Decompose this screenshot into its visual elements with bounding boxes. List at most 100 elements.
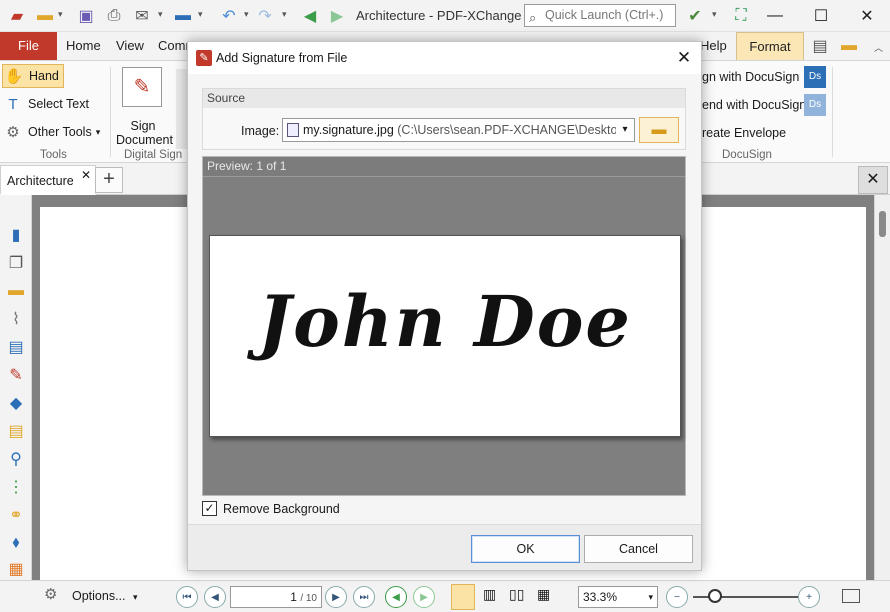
- facing-view-button[interactable]: ▯▯: [509, 586, 524, 603]
- add-signature-dialog: ✎ Add Signature from File ✕ Source Image…: [187, 41, 702, 571]
- digital-sign-group-label: Digital Sign: [124, 149, 183, 161]
- tools-group-label: Tools: [40, 149, 67, 161]
- zoom-select[interactable]: 33.3% ▾: [578, 586, 658, 608]
- chevron-down-icon[interactable]: ▾: [158, 9, 163, 20]
- left-panel-toolbar: ▮ ❐ ▬ ⌇ ▤ ✎ ◆ ▤ ⚲ ⋮ ⚭ ⬧ ▦: [0, 195, 32, 580]
- separator: [832, 67, 833, 157]
- continuous-facing-button[interactable]: ▦: [537, 586, 550, 603]
- organizer-icon[interactable]: ▦: [4, 557, 28, 581]
- comment-icon[interactable]: ▬: [4, 279, 28, 303]
- image-label: Image:: [241, 124, 280, 138]
- structure-icon[interactable]: ⋮: [4, 475, 28, 499]
- scrollbar-thumb[interactable]: [879, 211, 886, 237]
- content-icon[interactable]: ▤: [4, 335, 28, 359]
- back-icon[interactable]: ◀: [385, 586, 407, 608]
- send-with-docusign-label: end with DocuSign: [702, 98, 807, 112]
- send-with-docusign-button[interactable]: end with DocuSign: [702, 93, 806, 117]
- chevron-down-icon[interactable]: ▾: [712, 9, 717, 20]
- minimize-button[interactable]: —: [752, 0, 798, 32]
- fullscreen-icon[interactable]: ⛶: [730, 5, 752, 27]
- customize-icon[interactable]: ✔: [684, 5, 706, 27]
- image-file-combo[interactable]: my.signature.jpg (C:\Users\sean.PDF-XCHA…: [282, 118, 635, 142]
- close-document-button[interactable]: ✕: [858, 166, 888, 194]
- cancel-button[interactable]: Cancel: [584, 535, 693, 563]
- back-icon[interactable]: ◀: [299, 5, 321, 27]
- tag-icon[interactable]: ⬧: [4, 531, 28, 555]
- chevron-down-icon[interactable]: ▾: [58, 9, 63, 20]
- tab-file[interactable]: File: [0, 32, 57, 60]
- other-tools-button[interactable]: ⚙ Other Tools ▾: [2, 120, 100, 144]
- page-number-input[interactable]: 1 / 10: [230, 586, 322, 608]
- chevron-down-icon: ▾: [95, 126, 101, 137]
- ok-button[interactable]: OK: [471, 535, 580, 563]
- dialog-close-button[interactable]: ✕: [672, 47, 696, 69]
- select-text-button[interactable]: T Select Text: [2, 92, 89, 116]
- save-icon[interactable]: ▣: [75, 5, 97, 27]
- attachment-icon[interactable]: ⌇: [4, 307, 28, 331]
- forward-icon[interactable]: ▶: [413, 586, 435, 608]
- open-folder-icon[interactable]: ▬: [34, 5, 56, 27]
- bookmark-icon[interactable]: ▮: [4, 223, 28, 247]
- layers-icon[interactable]: ◆: [4, 391, 28, 415]
- prev-page-icon[interactable]: ◀: [204, 586, 226, 608]
- collapse-ribbon-icon[interactable]: ︿: [874, 41, 883, 54]
- forward-icon[interactable]: ▶: [326, 5, 348, 27]
- close-window-button[interactable]: ✕: [844, 0, 890, 32]
- undo-icon[interactable]: ↶: [218, 5, 240, 27]
- print-icon[interactable]: ⎙: [103, 5, 125, 27]
- search-icon: ⌕: [529, 10, 537, 25]
- maximize-button[interactable]: ☐: [798, 0, 844, 32]
- folder-icon: ▬: [651, 121, 667, 138]
- sign-document-icon[interactable]: ✎: [122, 67, 162, 107]
- tab-home[interactable]: Home: [58, 32, 109, 60]
- chevron-down-icon[interactable]: ▾: [282, 9, 287, 20]
- pages-icon[interactable]: ❐: [4, 251, 28, 275]
- checkmark-icon[interactable]: ✓: [202, 501, 217, 516]
- hand-tool-button[interactable]: ✋ Hand: [2, 64, 64, 88]
- document-tab[interactable]: Architecture ✕: [0, 165, 96, 195]
- continuous-view-button[interactable]: ▥: [483, 586, 496, 603]
- options-label: Options...: [72, 589, 126, 603]
- sign-label-line2: Document: [116, 133, 173, 147]
- destinations-icon[interactable]: ⚲: [4, 447, 28, 471]
- next-page-icon[interactable]: ▶: [325, 586, 347, 608]
- chevron-down-icon[interactable]: ▾: [198, 9, 203, 20]
- email-icon[interactable]: ✉: [131, 5, 153, 27]
- tags-icon[interactable]: ▤: [4, 419, 28, 443]
- document-icon[interactable]: ▤: [809, 35, 831, 57]
- redo-icon[interactable]: ↷: [254, 5, 276, 27]
- single-page-view-button[interactable]: [451, 584, 475, 610]
- chevron-down-icon: ▾: [132, 592, 138, 602]
- first-page-icon[interactable]: ⏮: [176, 586, 198, 608]
- quick-launch-input[interactable]: ⌕ Quick Launch (Ctrl+.): [524, 4, 676, 27]
- vertical-scrollbar[interactable]: [874, 195, 890, 580]
- sign-with-docusign-label: gn with DocuSign: [702, 70, 800, 84]
- browse-folder-button[interactable]: ▬: [639, 117, 679, 143]
- zoom-out-icon[interactable]: −: [666, 586, 688, 608]
- new-tab-button[interactable]: +: [95, 167, 123, 193]
- scan-icon[interactable]: ▬: [172, 5, 194, 27]
- hand-icon: ✋: [4, 68, 24, 85]
- signature-icon[interactable]: ✎: [4, 363, 28, 387]
- zoom-in-icon[interactable]: +: [798, 586, 820, 608]
- close-tab-icon[interactable]: ✕: [81, 168, 91, 182]
- zoom-slider-knob[interactable]: [708, 589, 722, 603]
- find-folder-icon[interactable]: ▬: [838, 35, 860, 57]
- create-envelope-button[interactable]: reate Envelope: [702, 121, 786, 145]
- chevron-down-icon[interactable]: ▾: [616, 119, 634, 141]
- image-file-name: my.signature.jpg: [303, 123, 394, 137]
- fullscreen-status-icon[interactable]: [842, 589, 860, 603]
- image-file-path: (C:\Users\sean.PDF-XCHANGE\Desktop\m: [393, 123, 635, 137]
- document-tab-label: Architecture: [7, 174, 74, 188]
- sign-document-button[interactable]: Sign Document: [116, 119, 173, 147]
- tab-view[interactable]: View: [108, 32, 152, 60]
- app-icon: ✎: [196, 50, 212, 66]
- links-icon[interactable]: ⚭: [4, 503, 28, 527]
- remove-background-checkbox[interactable]: ✓ Remove Background: [202, 501, 340, 516]
- signature-image-text: John Doe: [258, 280, 632, 363]
- tab-format[interactable]: Format: [736, 32, 804, 60]
- last-page-icon[interactable]: ⏭: [353, 586, 375, 608]
- options-button[interactable]: Options... ▾: [72, 589, 138, 603]
- sign-with-docusign-button[interactable]: gn with DocuSign: [702, 65, 799, 89]
- chevron-down-icon[interactable]: ▾: [244, 9, 249, 20]
